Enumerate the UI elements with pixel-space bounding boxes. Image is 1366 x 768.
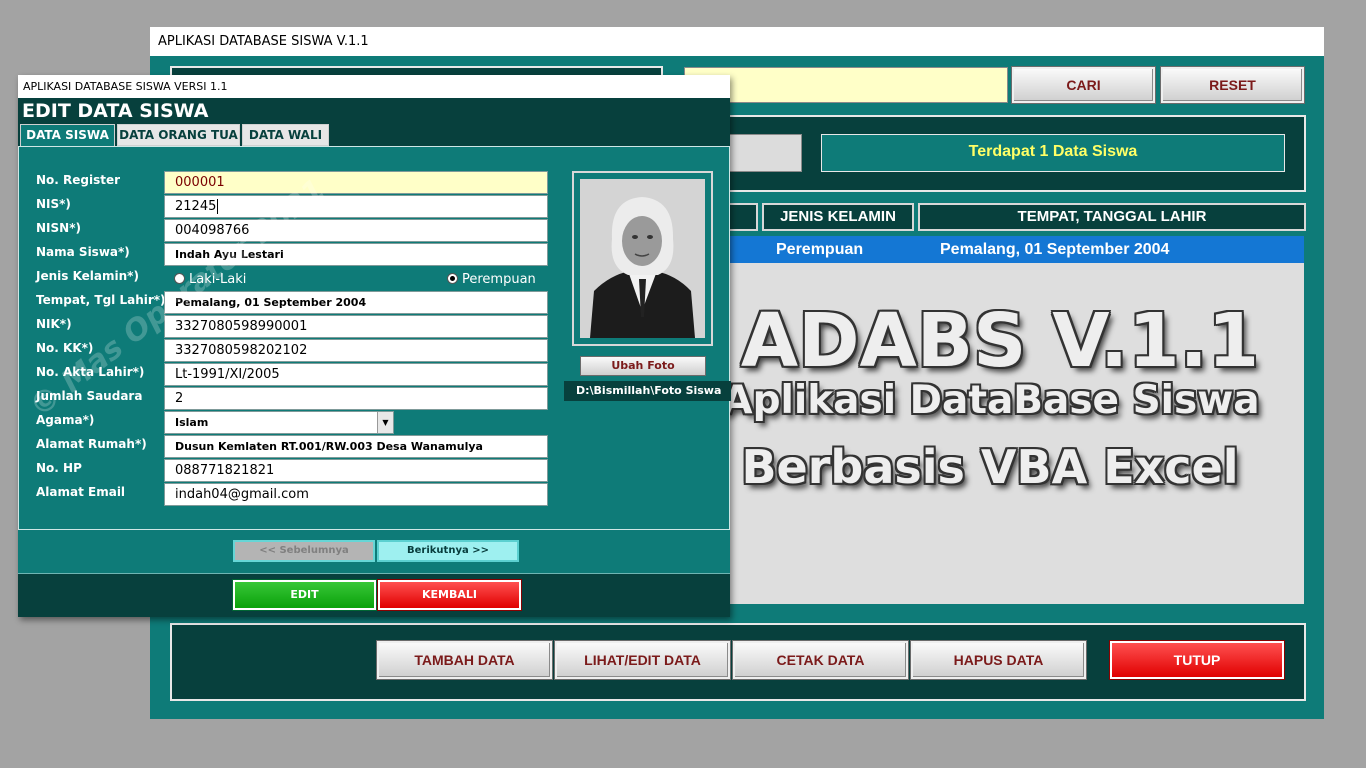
label-nik: NIK*) <box>36 317 72 331</box>
label-nisn: NISN*) <box>36 221 81 235</box>
saudara-field[interactable]: 2 <box>164 387 548 410</box>
nik-field[interactable]: 3327080598990001 <box>164 315 548 338</box>
record-count: Terdapat 1 Data Siswa <box>821 134 1285 172</box>
lihat-edit-data-button[interactable]: LIHAT/EDIT DATA <box>555 641 730 679</box>
tutup-button[interactable]: TUTUP <box>1110 641 1284 679</box>
label-no-register: No. Register <box>36 173 121 187</box>
ttl-field[interactable]: Pemalang, 01 September 2004 <box>164 291 548 314</box>
label-nama: Nama Siswa*) <box>36 245 130 259</box>
label-nis: NIS*) <box>36 197 71 211</box>
student-photo-icon <box>580 179 705 338</box>
nis-value: 21245 <box>175 199 217 214</box>
cetak-data-button[interactable]: CETAK DATA <box>733 641 908 679</box>
ubah-foto-button[interactable]: Ubah Foto <box>580 356 706 376</box>
prev-button[interactable]: << Sebelumnya <box>233 540 375 562</box>
edit-button[interactable]: EDIT <box>233 580 376 610</box>
dialog-title-bar: APLIKASI DATABASE SISWA VERSI 1.1 <box>18 75 730 98</box>
column-header-ttl: TEMPAT, TANGGAL LAHIR <box>918 203 1306 231</box>
nis-field[interactable]: 21245 <box>164 195 548 218</box>
edit-dialog: APLIKASI DATABASE SISWA VERSI 1.1 EDIT D… <box>18 75 731 617</box>
column-header-jenis-kelamin: JENIS KELAMIN <box>762 203 914 231</box>
label-hp: No. HP <box>36 461 82 475</box>
tab-data-siswa[interactable]: DATA SISWA <box>20 124 115 146</box>
column-header-partial <box>728 203 758 231</box>
table-header: JENIS KELAMIN TEMPAT, TANGGAL LAHIR <box>728 203 1306 231</box>
promo-subtitle-2: Berbasis VBA Excel <box>741 440 1239 494</box>
no-register-field[interactable]: 000001 <box>164 171 548 194</box>
reset-button[interactable]: RESET <box>1161 67 1304 103</box>
label-email: Alamat Email <box>36 485 126 499</box>
cell-ttl: Pemalang, 01 September 2004 <box>940 241 1170 258</box>
search-input[interactable] <box>684 67 1008 103</box>
filter-box[interactable] <box>720 134 802 172</box>
photo-path: D:\Bismillah\Foto Siswa <box>564 381 731 401</box>
form-panel: No. Register 000001 NIS*) 21245 NISN*) 0… <box>18 146 731 530</box>
next-button[interactable]: Berikutnya >> <box>377 540 519 562</box>
navigation-area: << Sebelumnya Berikutnya >> <box>18 530 730 573</box>
promo-subtitle-1: Aplikasi DataBase Siswa <box>722 378 1260 423</box>
agama-select[interactable]: Islam ▼ <box>164 411 394 434</box>
nisn-field[interactable]: 004098766 <box>164 219 548 242</box>
action-bar: EDIT KEMBALI <box>18 573 730 617</box>
cell-jenis-kelamin: Perempuan <box>776 241 864 258</box>
student-photo <box>580 179 705 338</box>
tab-data-wali[interactable]: DATA WALI <box>242 124 329 146</box>
radio-perempuan[interactable]: Perempuan <box>447 272 536 287</box>
tambah-data-button[interactable]: TAMBAH DATA <box>377 641 552 679</box>
label-alamat: Alamat Rumah*) <box>36 437 147 451</box>
dropdown-arrow-icon[interactable]: ▼ <box>377 412 393 433</box>
hapus-data-button[interactable]: HAPUS DATA <box>911 641 1086 679</box>
tab-strip: DATA SISWA DATA ORANG TUA DATA WALI <box>18 124 730 146</box>
label-jenis-kelamin: Jenis Kelamin*) <box>36 269 139 283</box>
kembali-button[interactable]: KEMBALI <box>378 580 521 610</box>
table-row[interactable]: Perempuan Pemalang, 01 September 2004 <box>728 236 1304 263</box>
text-cursor <box>217 199 219 214</box>
agama-value: Islam <box>175 416 209 429</box>
akta-field[interactable]: Lt-1991/XI/2005 <box>164 363 548 386</box>
photo-frame <box>572 171 713 346</box>
alamat-field[interactable]: Dusun Kemlaten RT.001/RW.003 Desa Wanamu… <box>164 435 548 458</box>
promo-title: ADABS V.1.1 <box>740 298 1260 384</box>
cari-button[interactable]: CARI <box>1012 67 1155 103</box>
email-field[interactable]: indah04@gmail.com <box>164 483 548 506</box>
no-kk-field[interactable]: 3327080598202102 <box>164 339 548 362</box>
main-window-title: APLIKASI DATABASE SISWA V.1.1 <box>150 27 1324 56</box>
radio-selected-icon <box>447 273 458 284</box>
tab-data-orang-tua[interactable]: DATA ORANG TUA <box>117 124 240 146</box>
dialog-header: EDIT DATA SISWA <box>18 98 730 124</box>
hp-field[interactable]: 088771821821 <box>164 459 548 482</box>
